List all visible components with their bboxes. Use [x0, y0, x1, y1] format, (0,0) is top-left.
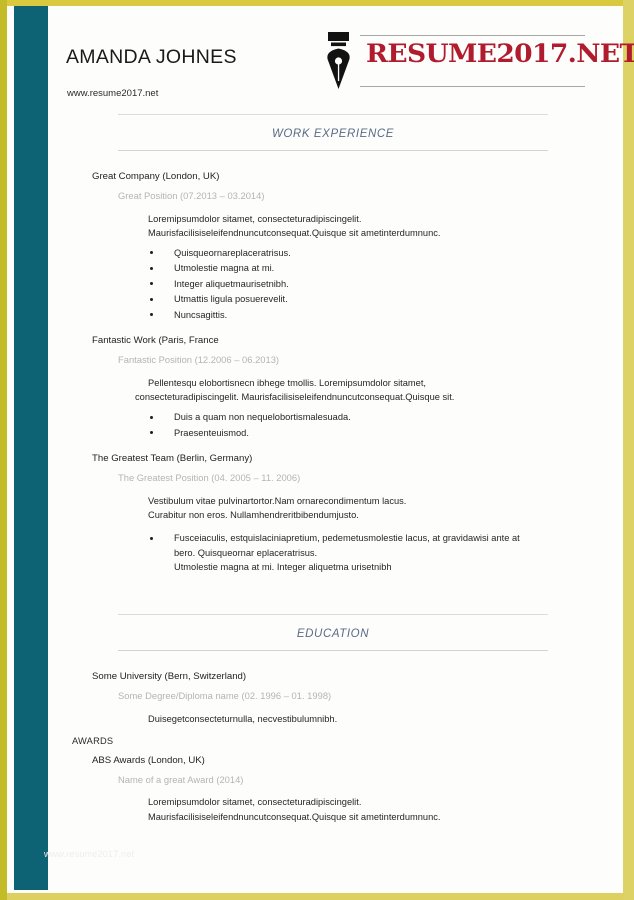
award-entry: ABS Awards (London, UK) Name of a great … [92, 755, 623, 824]
work-entry: Great Company (London, UK) Great Positio… [92, 171, 623, 322]
list-item: Utmattis ligula posuerevelit. [148, 292, 623, 307]
entry-body-line: Maurisfacilisiseleifendnuncutconsequat.Q… [148, 811, 441, 822]
section-header-work-experience: WORK EXPERIENCE [118, 114, 548, 151]
entry-body: Vestibulum vitae pulvinartortor.Nam orna… [148, 494, 623, 575]
entry-body-line: Loremipsumdolor sitamet, consecteturadip… [148, 797, 362, 808]
list-item-continuation: Utmolestie magna at mi. Integer aliquetm… [174, 562, 392, 573]
list-item: Quisqueornareplaceratrisus. [148, 246, 623, 261]
logo-wordmark: RESUME2017.NET [366, 39, 634, 69]
entry-body-line: Maurisfacilisiseleifendnuncutconsequat.Q… [148, 227, 441, 238]
entry-organization: The Greatest Team (Berlin, Germany) [92, 453, 253, 465]
section-header-education: EDUCATION [118, 614, 548, 651]
brand-logo: RESUME2017.NET [320, 32, 634, 90]
entry-bullet-list: Fusceiaculis, estquislaciniapretium, ped… [148, 531, 623, 575]
list-item: Duis a quam non nequelobortismalesuada. [148, 410, 623, 425]
entry-role: Great Position (07.2013 – 03.2014) [118, 189, 265, 201]
list-item: Integer aliquetmaurisetnibh. [148, 277, 623, 292]
logo-rule-top [360, 35, 585, 36]
entry-bullet-list: Quisqueornareplaceratrisus. Utmolestie m… [148, 246, 623, 323]
entry-body-line: consecteturadipiscingelit. Maurisfacilis… [135, 392, 455, 403]
awards-label: AWARDS [72, 735, 114, 746]
fountain-pen-nib-icon [327, 32, 350, 89]
entry-body: Loremipsumdolor sitamet, consecteturadip… [148, 212, 623, 323]
section-awards: AWARDS ABS Awards (London, UK) Name of a… [72, 736, 623, 824]
section-title-work-experience: WORK EXPERIENCE [271, 128, 395, 140]
entry-body-line: Curabitur non eros. Nullamhendreritbiben… [148, 510, 359, 520]
resume-content-sheet: AMANDA JOHNES www.resume2017.net RESUME2… [44, 6, 634, 893]
entry-body: Loremipsumdolor sitamet, consecteturadip… [148, 795, 623, 823]
education-entry: Some University (Bern, Switzerland) Some… [92, 671, 623, 726]
logo-rule-bottom [360, 86, 585, 87]
work-entry: The Greatest Team (Berlin, Germany) The … [92, 453, 623, 574]
entry-body: Duisegetconsecteturnulla, necvestibulumn… [148, 712, 623, 726]
list-item-text: Fusceiaculis, estquislaciniapretium, ped… [174, 533, 520, 544]
list-item: Praesenteuismod. [148, 426, 623, 441]
section-education: EDUCATION Some University (Bern, Switzer… [48, 614, 623, 824]
entry-role: The Greatest Position (04. 2005 – 11. 20… [118, 472, 301, 484]
list-item-continuation: bero. Quisqueornar eplaceratrisus. [174, 547, 318, 558]
entry-bullet-list: Duis a quam non nequelobortismalesuada. … [148, 410, 623, 440]
entry-organization: Great Company (London, UK) [92, 171, 220, 182]
candidate-website: www.resume2017.net [67, 88, 159, 99]
page-watermark: www.resume2017.net [44, 849, 135, 859]
page-border-right [623, 0, 634, 900]
entry-organization: Fantastic Work (Paris, France [92, 335, 219, 347]
list-item: Fusceiaculis, estquislaciniapretium, ped… [148, 531, 623, 575]
resume-page: AMANDA JOHNES www.resume2017.net RESUME2… [0, 0, 634, 900]
entry-body-line: Vestibulum vitae pulvinartortor.Nam orna… [148, 495, 407, 506]
entry-role: Fantastic Position (12.2006 – 06.2013) [118, 354, 280, 366]
list-item: Utmolestie magna at mi. [148, 261, 623, 276]
teal-sidebar-accent [14, 6, 48, 890]
entry-role: Some Degree/Diploma name (02. 1996 – 01.… [118, 689, 332, 701]
list-item: Nuncsagittis. [148, 308, 623, 323]
page-border-left [0, 0, 7, 900]
entry-body-line: Duisegetconsecteturnulla, necvestibulumn… [148, 713, 338, 724]
section-work-experience: WORK EXPERIENCE Great Company (London, U… [48, 114, 623, 576]
resume-header: AMANDA JOHNES www.resume2017.net RESUME2… [48, 6, 634, 114]
entry-body-line: Loremipsumdolor sitamet, consecteturadip… [148, 213, 362, 224]
candidate-name: AMANDA JOHNES [66, 46, 237, 68]
entry-organization: ABS Awards (London, UK) [92, 754, 205, 766]
entry-body-line: Pellentesqu elobortisnecn ibhege tmollis… [148, 378, 427, 388]
entry-role: Name of a great Award (2014) [118, 773, 244, 785]
page-border-bottom [0, 893, 634, 900]
section-title-education: EDUCATION [296, 628, 370, 640]
work-entry: Fantastic Work (Paris, France Fantastic … [92, 335, 623, 440]
entry-body: Pellentesqu elobortisnecn ibhege tmollis… [135, 376, 623, 440]
entry-organization: Some University (Bern, Switzerland) [92, 671, 247, 682]
